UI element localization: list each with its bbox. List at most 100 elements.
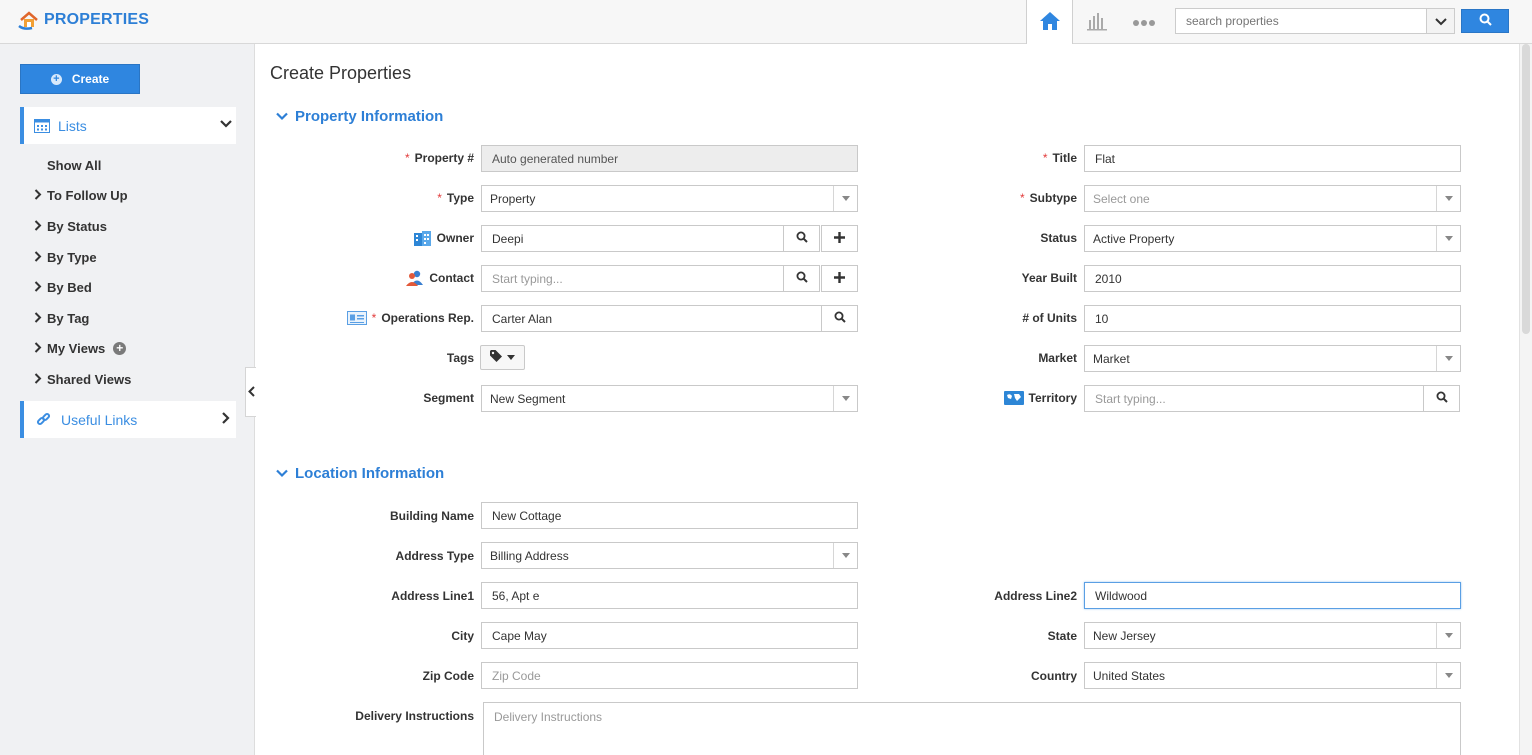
- market-select[interactable]: Market: [1084, 345, 1461, 372]
- operations-rep-search-button[interactable]: [821, 305, 858, 332]
- page-title: Create Properties: [270, 63, 412, 83]
- selected-value: New Segment: [490, 391, 566, 406]
- scrollbar-thumb[interactable]: [1522, 44, 1530, 334]
- sidebar-item-by-tag[interactable]: By Tag: [34, 311, 89, 326]
- plus-icon: [834, 231, 845, 246]
- sidebar-item-my-views[interactable]: My Views +: [34, 341, 127, 356]
- home-icon: [1039, 11, 1061, 34]
- caret-down-icon: [507, 355, 515, 360]
- chevron-right-icon: [34, 311, 47, 326]
- address-line2-field[interactable]: Wildwood: [1084, 582, 1461, 609]
- section-title: Property Information: [295, 108, 444, 125]
- tags-dropdown-button[interactable]: [480, 345, 525, 370]
- building-name-field[interactable]: New Cottage: [481, 502, 858, 529]
- sidebar-item-by-bed[interactable]: By Bed: [34, 280, 92, 295]
- address-type-select[interactable]: Billing Address: [481, 542, 858, 569]
- reports-nav-button[interactable]: [1073, 0, 1120, 44]
- subtype-label: * Subtype: [1019, 191, 1077, 205]
- search-button[interactable]: [1461, 9, 1509, 33]
- link-icon: [36, 412, 51, 427]
- owner-add-button[interactable]: [821, 225, 858, 252]
- chevron-right-icon: [34, 219, 47, 234]
- label-text: Delivery Instructions: [355, 709, 474, 723]
- search-icon: [834, 311, 846, 326]
- search-dropdown-button[interactable]: [1427, 8, 1455, 34]
- chevron-right-icon: [220, 411, 232, 428]
- create-button[interactable]: + Create: [20, 64, 140, 94]
- lists-panel-header[interactable]: Lists: [20, 107, 236, 144]
- useful-links-panel-header[interactable]: Useful Links: [20, 401, 236, 438]
- type-select[interactable]: Property: [481, 185, 858, 212]
- owner-label: Owner: [316, 225, 474, 251]
- search-box: [1175, 8, 1427, 34]
- units-field[interactable]: 10: [1084, 305, 1461, 332]
- year-built-field[interactable]: 2010: [1084, 265, 1461, 292]
- segment-select[interactable]: New Segment: [481, 385, 858, 412]
- type-label: * Type: [437, 191, 474, 205]
- operations-rep-field[interactable]: Carter Alan: [481, 305, 822, 332]
- status-select[interactable]: Active Property: [1084, 225, 1461, 252]
- caret-down-icon: [1436, 346, 1460, 371]
- contact-search-button[interactable]: [783, 265, 820, 292]
- chevron-right-icon: [34, 341, 47, 356]
- zip-code-field[interactable]: Zip Code: [481, 662, 858, 689]
- home-logo-icon: [18, 9, 40, 31]
- search-input[interactable]: [1176, 9, 1426, 33]
- selected-value: Property: [490, 191, 536, 206]
- tag-icon: [490, 350, 503, 365]
- owner-field[interactable]: Deepi: [481, 225, 784, 252]
- market-label: Market: [916, 345, 1077, 371]
- label-text: Address Type: [395, 549, 474, 563]
- label-text: Address Line1: [391, 589, 474, 603]
- city-field[interactable]: Cape May: [481, 622, 858, 649]
- sidebar-item-shared-views[interactable]: Shared Views: [34, 372, 131, 387]
- delivery-instructions-textarea[interactable]: Delivery Instructions: [483, 702, 1461, 755]
- state-label: State: [916, 623, 1077, 649]
- top-nav: [1026, 0, 1167, 44]
- home-nav-button[interactable]: [1026, 0, 1073, 44]
- contact-add-button[interactable]: [821, 265, 858, 292]
- title-label: * Title: [1042, 151, 1077, 165]
- caret-down-icon: [1436, 186, 1460, 211]
- building-name-label: Building Name: [316, 503, 474, 529]
- subtype-select[interactable]: Select one: [1084, 185, 1461, 212]
- brand[interactable]: PROPERTIES: [18, 9, 149, 31]
- location-info-section-header[interactable]: Location Information: [276, 465, 444, 482]
- chevron-down-icon: [1434, 14, 1447, 29]
- caret-down-icon: [1436, 226, 1460, 251]
- label-text: Market: [1038, 351, 1077, 365]
- address-line1-field[interactable]: 56, Apt e: [481, 582, 858, 609]
- label-text: Owner: [436, 231, 474, 245]
- label-text: # of Units: [1022, 311, 1077, 325]
- selected-value: Billing Address: [490, 548, 569, 563]
- sidebar-item-show-all[interactable]: Show All: [47, 158, 101, 173]
- sidebar: + Create Lists Show All To Follow Up By …: [0, 44, 255, 755]
- label-text: Year Built: [1021, 271, 1077, 285]
- add-view-icon[interactable]: +: [113, 342, 127, 355]
- territory-search-button[interactable]: [1423, 385, 1460, 412]
- owner-search-button[interactable]: [783, 225, 820, 252]
- title-field[interactable]: Flat: [1084, 145, 1461, 172]
- sidebar-item-by-type[interactable]: By Type: [34, 250, 97, 265]
- world-map-icon: [1003, 391, 1024, 405]
- chevron-left-icon: [247, 385, 255, 400]
- state-select[interactable]: New Jersey: [1084, 622, 1461, 649]
- sidebar-item-label: My Views: [47, 341, 106, 356]
- sidebar-collapse-toggle[interactable]: [245, 367, 256, 417]
- status-label: Status: [916, 225, 1077, 251]
- chevron-right-icon: [34, 372, 47, 387]
- sidebar-item-label: To Follow Up: [47, 188, 128, 203]
- vertical-scrollbar[interactable]: [1519, 44, 1532, 755]
- sidebar-item-label: By Bed: [47, 280, 92, 295]
- search-icon: [1479, 13, 1492, 29]
- property-info-section-header[interactable]: Property Information: [276, 108, 443, 125]
- contact-field[interactable]: Start typing...: [481, 265, 784, 292]
- selected-value: Active Property: [1093, 231, 1175, 246]
- more-nav-button[interactable]: [1120, 0, 1167, 44]
- territory-field[interactable]: Start typing...: [1084, 385, 1425, 412]
- caret-down-icon: [833, 386, 857, 411]
- sidebar-item-by-status[interactable]: By Status: [34, 219, 107, 234]
- sidebar-item-to-follow-up[interactable]: To Follow Up: [34, 188, 128, 203]
- label-text: Type: [446, 191, 474, 205]
- country-select[interactable]: United States: [1084, 662, 1461, 689]
